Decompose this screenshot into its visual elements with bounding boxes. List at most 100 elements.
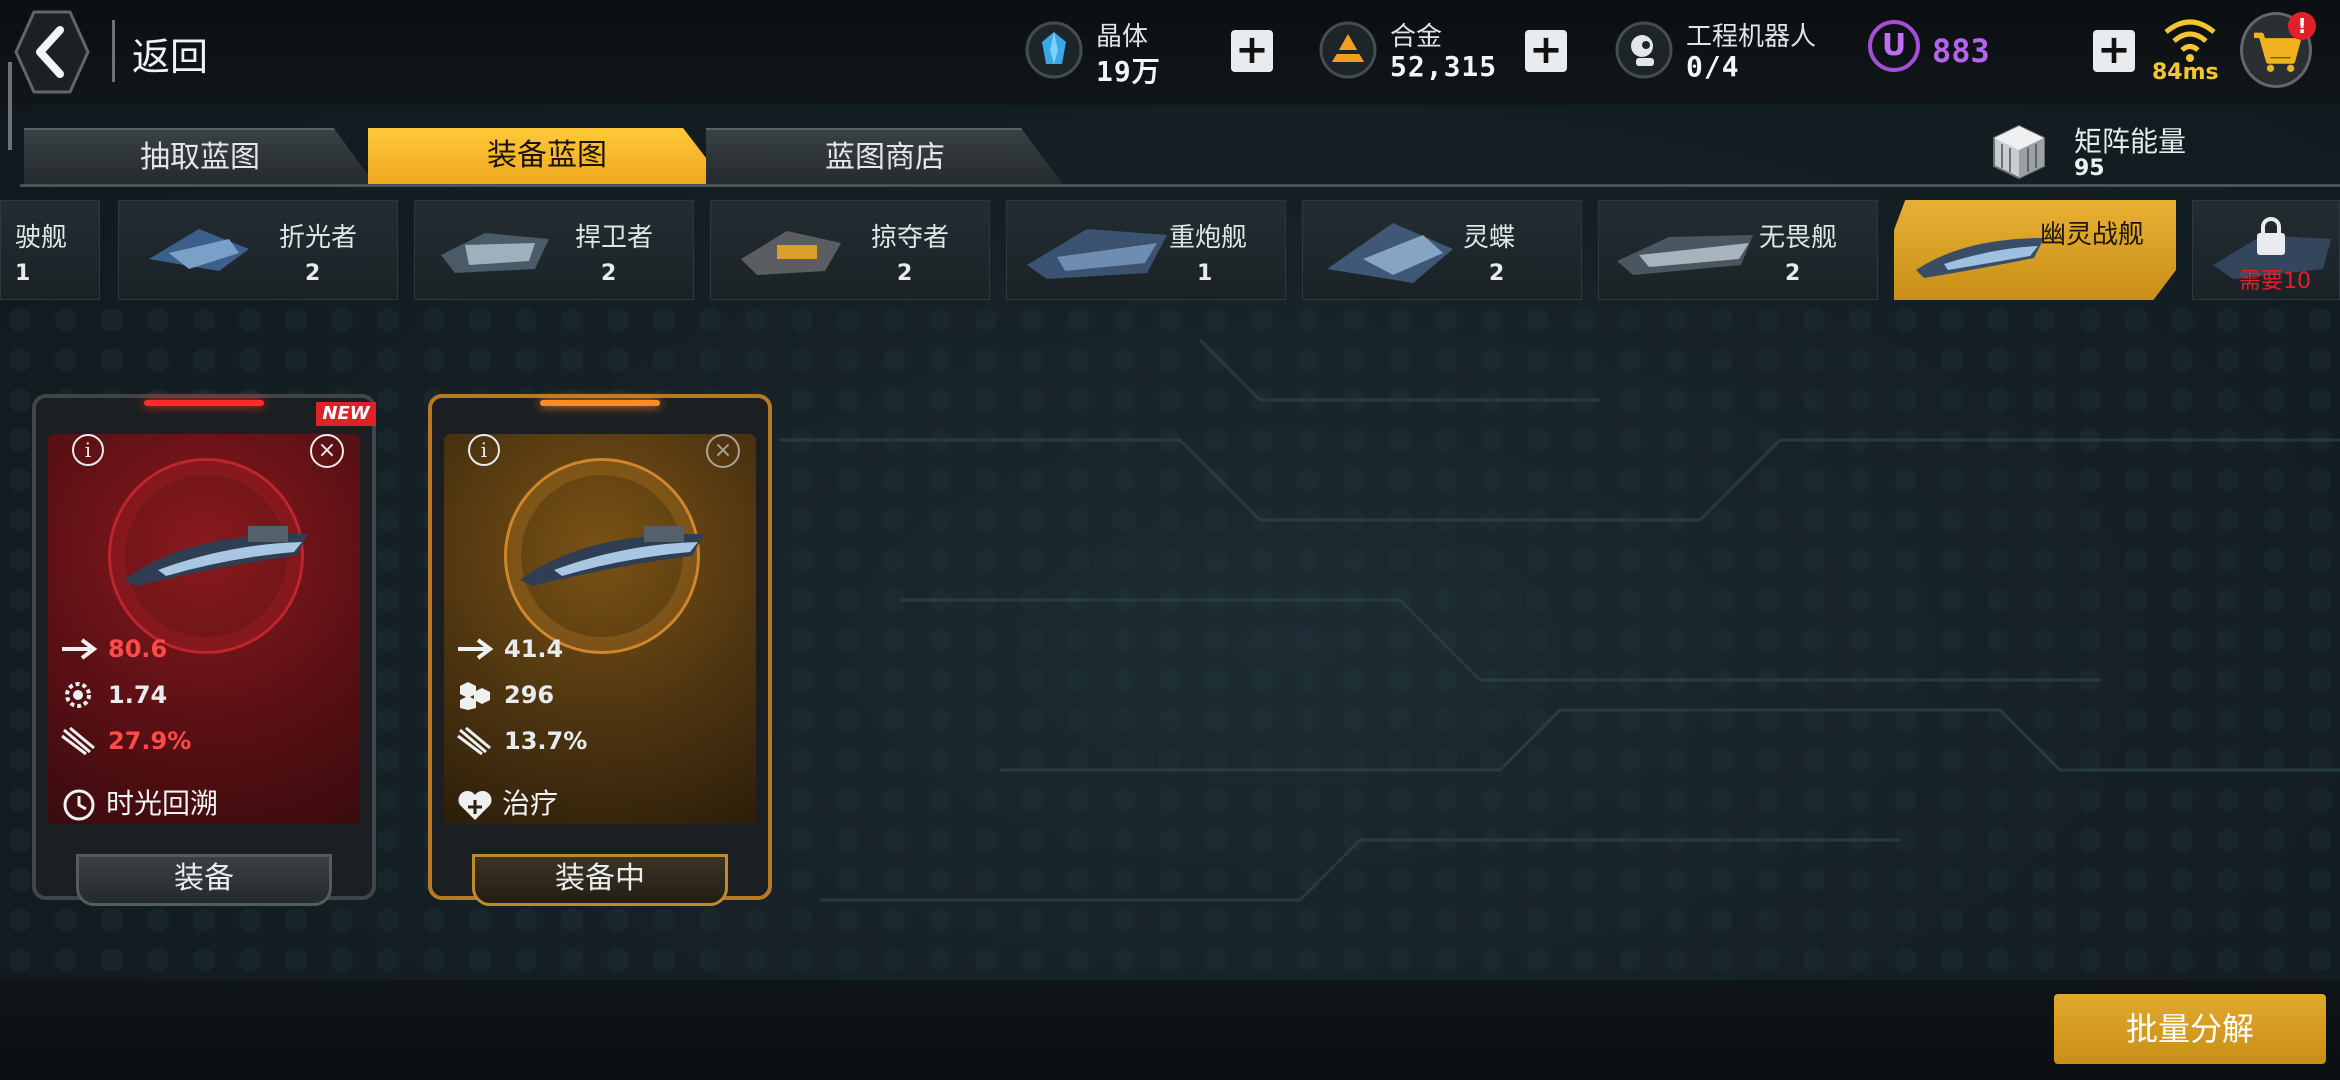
- shield-hex-icon: [460, 682, 490, 710]
- add-alloy-button[interactable]: +: [1525, 30, 1567, 72]
- close-icon[interactable]: ×: [706, 434, 740, 468]
- u-currency-value: 883: [1932, 32, 1990, 70]
- alloy-value: 52,315: [1390, 50, 1498, 83]
- ship-thumbnail-icon: [149, 229, 249, 271]
- ship-thumbnail-icon: [741, 231, 841, 275]
- ship-image: [520, 526, 704, 586]
- equipped-button[interactable]: 装备中: [472, 854, 728, 906]
- stat-value: 296: [504, 681, 555, 709]
- stat-value: 13.7%: [504, 727, 588, 755]
- u-currency-icon: U: [1868, 20, 1920, 72]
- new-badge: NEW: [316, 402, 376, 426]
- ship-selector-row: 驶舰 1 折光者 2 捍卫者 2 掠夺者 2 重炮舰 1 灵蝶 2 无畏舰 2 …: [0, 198, 2340, 302]
- back-arrow-icon[interactable]: [14, 10, 90, 94]
- ship-tab-6[interactable]: 无畏舰 2: [1598, 200, 1878, 300]
- ship-name: 掠夺者: [871, 223, 950, 253]
- time-rewind-icon: [63, 789, 95, 821]
- ship-count: 1: [1197, 261, 1213, 286]
- ship-count: 2: [305, 261, 321, 286]
- crit-missile-icon: [61, 726, 95, 756]
- alloy-label: 合金: [1390, 22, 1443, 52]
- damage-arrow-icon: [62, 638, 98, 660]
- close-icon[interactable]: ×: [310, 434, 344, 468]
- stat-crit: 27.9%: [60, 726, 191, 756]
- stat-crit: 13.7%: [456, 726, 587, 756]
- blueprint-card-1[interactable]: NEW i × 80.6 1.74 27.9% 时光回溯 装备: [32, 394, 376, 906]
- ship-thumbnail-icon: [1617, 235, 1753, 275]
- add-u-currency-button[interactable]: +: [2093, 30, 2135, 72]
- skill-name: 治疗: [502, 787, 559, 820]
- info-icon[interactable]: i: [72, 434, 104, 466]
- robot-icon: [1615, 21, 1673, 79]
- stat-rate: 1.74: [60, 680, 167, 710]
- crystal-value: 19万: [1096, 55, 1161, 88]
- ship-name: 灵蝶: [1463, 223, 1516, 253]
- skill-name: 时光回溯: [106, 787, 219, 820]
- equip-button[interactable]: 装备: [76, 854, 332, 906]
- ship-tab-8-locked[interactable]: 需要10: [2192, 200, 2340, 300]
- batch-decompose-button[interactable]: 批量分解: [2054, 994, 2326, 1064]
- ship-name: 折光者: [279, 223, 358, 253]
- ship-name: 无畏舰: [1759, 223, 1838, 253]
- stat-value: 1.74: [108, 681, 168, 709]
- tab-equip-blueprint[interactable]: 装备蓝图: [368, 128, 726, 184]
- ship-tab-3[interactable]: 掠夺者 2: [710, 200, 990, 300]
- crit-missile-icon: [457, 726, 491, 756]
- ship-tab-1[interactable]: 折光者 2: [118, 200, 398, 300]
- resource-crystal: 晶体 19万: [1024, 14, 1194, 90]
- crystal-icon: [1025, 21, 1083, 79]
- matrix-cube-icon: [1993, 124, 2045, 180]
- ship-tab-7-selected[interactable]: 幽灵战舰: [1894, 200, 2176, 300]
- add-crystal-button[interactable]: +: [1231, 30, 1273, 72]
- heal-heart-icon: [458, 790, 492, 820]
- rate-gear-icon: [65, 682, 91, 708]
- robot-value: 0/4: [1686, 50, 1740, 83]
- resource-alloy: 合金 52,315: [1318, 14, 1496, 90]
- stat-shield: 296: [456, 680, 554, 710]
- stat-value: 41.4: [504, 635, 564, 663]
- ship-thumbnail-icon: [441, 233, 549, 273]
- bottom-bar: [0, 980, 2340, 1080]
- tab-draw-blueprint[interactable]: 抽取蓝图: [24, 128, 376, 186]
- stat-value: 27.9%: [108, 727, 192, 755]
- wifi-signal-icon: [2164, 19, 2216, 62]
- rarity-glow: [540, 400, 660, 406]
- ship-tab-2[interactable]: 捍卫者 2: [414, 200, 694, 300]
- back-label[interactable]: 返回: [132, 26, 208, 81]
- ship-tab-0[interactable]: 驶舰 1: [0, 200, 100, 300]
- ship-thumbnail-icon: [1027, 229, 1167, 279]
- tab-underline: [20, 184, 2340, 187]
- ship-tab-5[interactable]: 灵蝶 2: [1302, 200, 1582, 300]
- ship-count: 2: [1785, 261, 1801, 286]
- blueprint-card-2[interactable]: i × 41.4 296 13.7% 治疗 装备中: [428, 394, 772, 906]
- ship-name: 驶舰: [15, 223, 68, 253]
- crystal-label: 晶体: [1096, 22, 1149, 52]
- stat-value: 80.6: [108, 635, 168, 663]
- matrix-energy-value: 95: [2074, 156, 2105, 181]
- tab-blueprint-shop[interactable]: 蓝图商店: [706, 128, 1064, 186]
- ship-count: 2: [601, 261, 617, 286]
- ship-count: 1: [15, 261, 31, 286]
- matrix-energy-label: 矩阵能量: [2074, 125, 2187, 158]
- robot-label: 工程机器人: [1686, 22, 1817, 52]
- stat-damage: 41.4: [456, 634, 563, 664]
- left-edge-marker: [8, 62, 12, 150]
- cart-alert-badge: !: [2288, 12, 2316, 40]
- ship-name: 捍卫者: [575, 223, 654, 253]
- stat-damage: 80.6: [60, 634, 167, 664]
- unlock-requirement: 需要10: [2239, 269, 2311, 294]
- alloy-icon: [1319, 21, 1377, 79]
- rarity-glow: [144, 400, 264, 406]
- skill-row: 时光回溯: [60, 782, 218, 822]
- ship-image: [124, 526, 308, 586]
- damage-arrow-icon: [458, 638, 494, 660]
- ship-name: 重炮舰: [1169, 223, 1248, 253]
- info-icon[interactable]: i: [468, 434, 500, 466]
- ship-name: 幽灵战舰: [2040, 220, 2145, 250]
- lock-icon: [2257, 217, 2285, 255]
- skill-row: 治疗: [456, 782, 558, 822]
- ship-thumbnail-icon: [1916, 238, 2044, 278]
- ship-count: 2: [897, 261, 913, 286]
- ship-tab-4[interactable]: 重炮舰 1: [1006, 200, 1286, 300]
- resource-robot: 工程机器人 0/4: [1614, 14, 1844, 90]
